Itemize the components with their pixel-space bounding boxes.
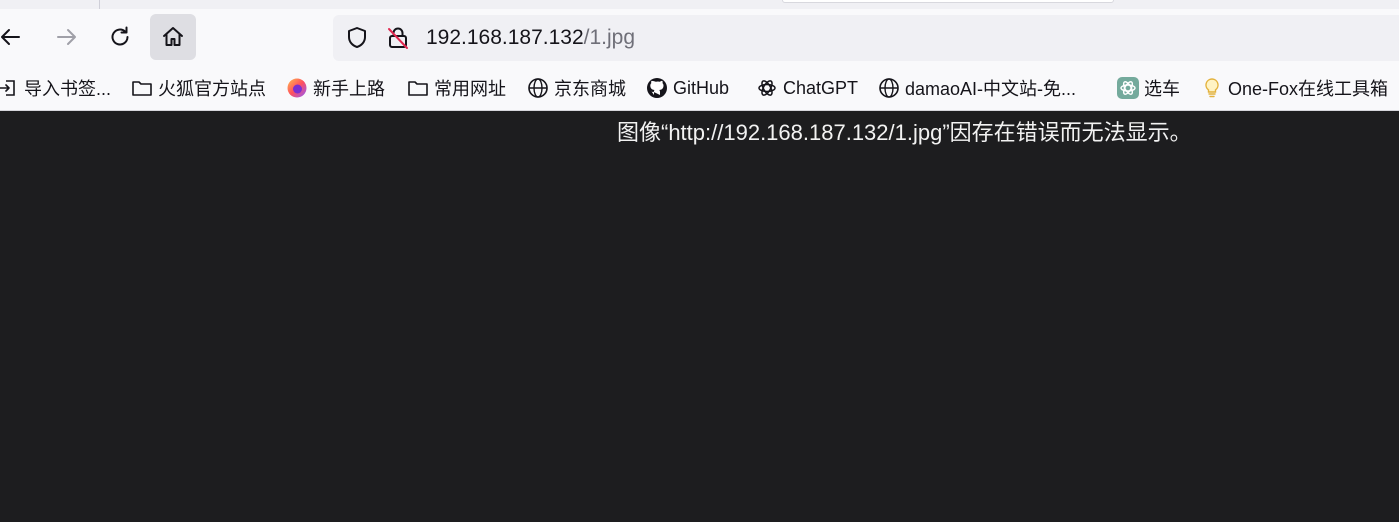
- bookmark-import[interactable]: 导入书签...: [0, 75, 111, 101]
- browser-window: 192.168.187.132/1.jpg 导入书签... 火狐官方站点 新手上…: [0, 0, 1399, 522]
- bookmark-car-selection[interactable]: 选车: [1116, 75, 1180, 101]
- bookmark-github[interactable]: GitHub: [645, 75, 729, 101]
- arrow-right-icon: [53, 24, 79, 50]
- reload-button[interactable]: [97, 14, 143, 60]
- url-bar[interactable]: 192.168.187.132/1.jpg: [333, 15, 1399, 61]
- back-button[interactable]: [0, 14, 34, 60]
- url-text[interactable]: 192.168.187.132/1.jpg: [426, 25, 635, 51]
- bulb-icon: [1200, 76, 1224, 100]
- bookmark-label: One-Fox在线工具箱: [1228, 79, 1389, 99]
- bookmark-label: 常用网址: [434, 79, 506, 99]
- home-icon: [160, 24, 186, 50]
- chatgpt-icon: [755, 76, 779, 100]
- bookmark-label: 选车: [1144, 79, 1180, 99]
- tab-separator: [99, 0, 100, 9]
- tab-strip: [0, 0, 1399, 9]
- forward-button[interactable]: [43, 14, 89, 60]
- bookmark-label: 导入书签...: [24, 79, 112, 99]
- bookmark-label: ChatGPT: [783, 77, 859, 98]
- github-icon: [645, 76, 669, 100]
- bookmark-damaoai[interactable]: damaoAI-中文站-免...: [877, 75, 1076, 101]
- insecure-lock-icon[interactable]: [384, 24, 412, 52]
- arrow-left-icon: [0, 24, 24, 50]
- folder-icon: [406, 76, 430, 100]
- reload-icon: [107, 24, 133, 50]
- bookmark-firefox-site[interactable]: 火狐官方站点: [130, 75, 266, 101]
- bookmark-jd[interactable]: 京东商城: [526, 75, 626, 101]
- image-error-message: 图像“http://192.168.187.132/1.jpg”因存在错误而无法…: [617, 120, 1192, 145]
- url-host: 192.168.187.132: [426, 26, 584, 49]
- shield-icon[interactable]: [343, 24, 371, 52]
- bookmark-chatgpt[interactable]: ChatGPT: [755, 75, 858, 101]
- import-icon: [0, 76, 20, 100]
- bookmark-label: 新手上路: [313, 79, 385, 99]
- firefox-icon: [285, 76, 309, 100]
- folder-icon: [130, 76, 154, 100]
- url-path: /1.jpg: [583, 26, 636, 49]
- navigation-toolbar: 192.168.187.132/1.jpg: [0, 9, 1399, 65]
- globe-icon: [877, 76, 901, 100]
- page-content: 图像“http://192.168.187.132/1.jpg”因存在错误而无法…: [0, 111, 1399, 522]
- bookmark-label: 火狐官方站点: [158, 79, 266, 99]
- bookmark-label: GitHub: [673, 77, 730, 98]
- home-button[interactable]: [150, 14, 196, 60]
- bookmark-label: 京东商城: [554, 79, 626, 99]
- bookmark-getting-started[interactable]: 新手上路: [285, 75, 385, 101]
- tab-popup-edge: [782, 0, 1114, 3]
- bookmarks-toolbar: 导入书签... 火狐官方站点 新手上路 常用网址 京东商城 GitHub Cha…: [0, 65, 1399, 110]
- chatgpt-icon: [1116, 76, 1140, 100]
- bookmark-label: damaoAI-中文站-免...: [905, 79, 1077, 99]
- globe-icon: [526, 76, 550, 100]
- bookmark-common-sites[interactable]: 常用网址: [406, 75, 506, 101]
- bookmark-one-fox[interactable]: One-Fox在线工具箱: [1200, 75, 1388, 101]
